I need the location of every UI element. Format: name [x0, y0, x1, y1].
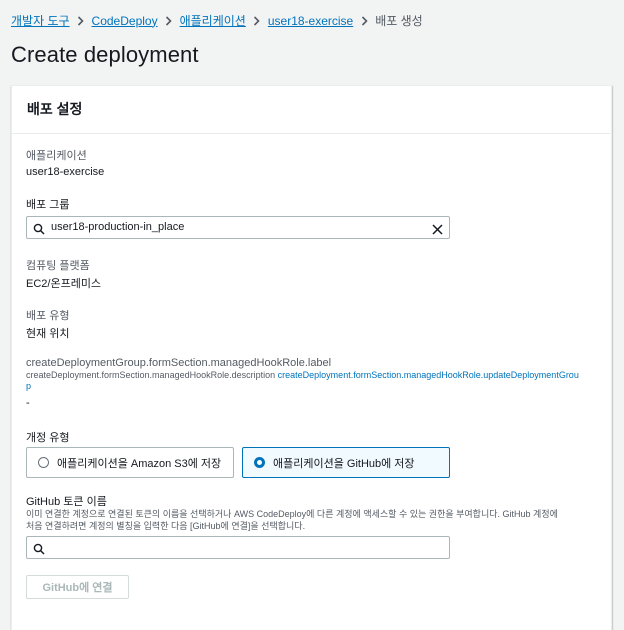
chevron-right-icon — [246, 14, 268, 28]
breadcrumb-applications[interactable]: 애플리케이션 — [180, 12, 246, 29]
radio-button[interactable] — [254, 457, 265, 468]
github-token-description-line2: 처음 연결하려면 계정의 별칭을 입력한 다음 [GitHub에 연결]을 선택… — [26, 521, 306, 531]
application-value: user18-exercise — [26, 166, 105, 178]
compute-platform-label: 컴퓨팅 플랫폼 — [26, 260, 90, 272]
deployment-group-input[interactable] — [51, 221, 421, 233]
revision-option-s3-label: 애플리케이션을 Amazon S3에 저장 — [57, 457, 222, 470]
revision-option-github-label: 애플리케이션을 GitHub에 저장 — [273, 457, 415, 470]
breadcrumb-current: 배포 생성 — [375, 14, 423, 28]
breadcrumb: 개발자 도구 CodeDeploy 애플리케이션 user18-exercise… — [11, 12, 423, 29]
deployment-type-value: 현재 위치 — [26, 328, 70, 340]
breadcrumb-codedeploy[interactable]: CodeDeploy — [92, 14, 158, 28]
deployment-group-select[interactable] — [26, 216, 450, 239]
deployment-group-label: 배포 그룹 — [26, 199, 70, 211]
revision-type-label: 개정 유형 — [26, 432, 70, 444]
search-icon — [33, 542, 45, 560]
managed-hook-role-description: createDeployment.formSection.managedHook… — [26, 370, 606, 381]
search-icon — [33, 222, 45, 240]
github-token-input[interactable] — [51, 541, 421, 553]
connect-github-button[interactable]: GitHub에 연결 — [26, 575, 129, 599]
panel-header: 배포 설정 — [12, 86, 611, 134]
github-token-search[interactable] — [26, 536, 450, 559]
managed-hook-role-value: - — [26, 397, 30, 409]
revision-option-s3[interactable]: 애플리케이션을 Amazon S3에 저장 — [26, 447, 234, 478]
update-deployment-group-link[interactable]: createDeployment.formSection.managedHook… — [278, 370, 579, 380]
github-token-description-line1: 이미 연결한 계정으로 연결된 토큰의 이름을 선택하거나 AWS CodeDe… — [26, 509, 558, 519]
revision-option-github[interactable]: 애플리케이션을 GitHub에 저장 — [242, 447, 450, 478]
deployment-settings-panel: 배포 설정 애플리케이션 user18-exercise 배포 그룹 컴퓨팅 플… — [11, 85, 612, 630]
page-title: Create deployment — [11, 42, 199, 67]
managed-hook-role-description-text: createDeployment.formSection.managedHook… — [26, 370, 276, 380]
chevron-right-icon — [70, 14, 92, 28]
chevron-right-icon — [353, 14, 375, 28]
radio-button[interactable] — [38, 457, 49, 468]
application-label: 애플리케이션 — [26, 150, 87, 162]
compute-platform-value: EC2/온프레미스 — [26, 278, 102, 290]
panel-title: 배포 설정 — [27, 101, 83, 117]
github-token-label: GitHub 토큰 이름 — [26, 496, 107, 508]
update-deployment-group-link-cont[interactable]: p — [26, 381, 31, 392]
breadcrumb-developer-tools[interactable]: 개발자 도구 — [11, 12, 70, 29]
clear-icon[interactable] — [432, 222, 443, 240]
managed-hook-role-label: createDeploymentGroup.formSection.manage… — [26, 357, 332, 369]
breadcrumb-application-name[interactable]: user18-exercise — [268, 14, 353, 28]
chevron-right-icon — [158, 14, 180, 28]
deployment-type-label: 배포 유형 — [26, 310, 70, 322]
